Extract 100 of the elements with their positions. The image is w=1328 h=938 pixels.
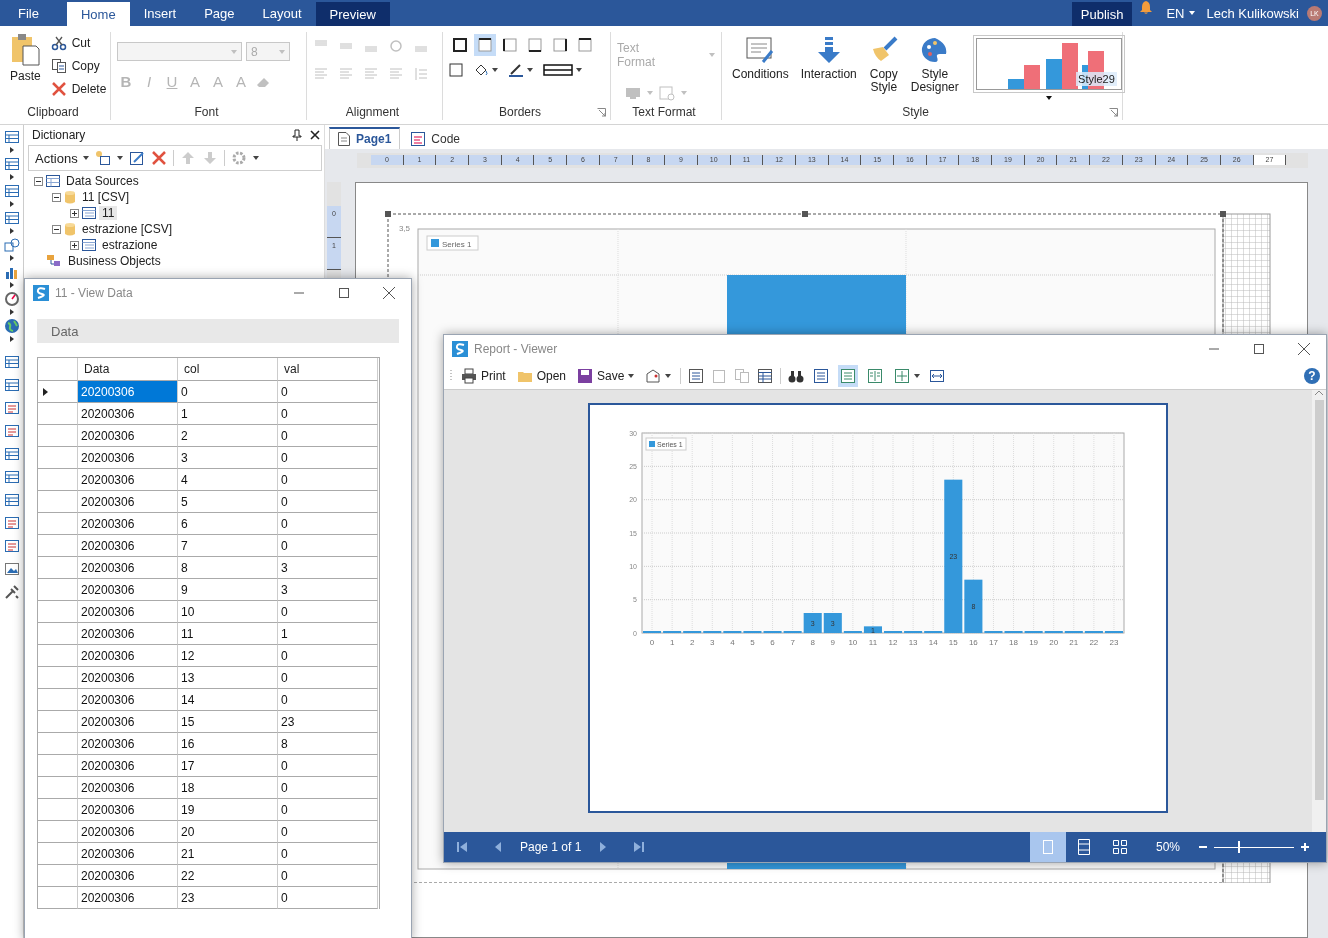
border-button[interactable]	[474, 34, 496, 56]
text-icon[interactable]	[3, 515, 20, 531]
menu-tab[interactable]: Layout	[248, 0, 316, 26]
caret-icon	[681, 91, 687, 95]
tools-icon[interactable]	[3, 584, 20, 600]
collapse-icon[interactable]	[34, 176, 43, 186]
last-page-icon[interactable]	[633, 841, 646, 853]
edit-icon[interactable]	[128, 150, 145, 166]
collapse-icon[interactable]	[52, 192, 61, 202]
add-table-icon[interactable]	[94, 150, 111, 166]
style-gallery[interactable]: Style29	[972, 35, 1125, 93]
arrow-right-icon[interactable]	[9, 336, 14, 342]
tree-item[interactable]: estrazione	[99, 238, 161, 252]
print-button[interactable]: Print	[459, 365, 508, 387]
paste-button[interactable]: Paste	[6, 32, 45, 104]
table-cell: 14	[178, 689, 278, 711]
dialog-launcher-icon[interactable]	[597, 107, 606, 117]
menu-tab[interactable]: Home	[66, 2, 130, 26]
clipboard-button[interactable]: Cut	[50, 32, 107, 53]
clipboard-icon	[10, 32, 41, 66]
expand-icon[interactable]	[70, 208, 79, 218]
table-icon[interactable]	[757, 368, 774, 384]
view-button[interactable]	[838, 365, 859, 387]
border-icon[interactable]	[449, 63, 463, 77]
tree-item[interactable]: 11	[99, 206, 118, 220]
delete-icon	[50, 80, 67, 97]
resize-handle[interactable]	[802, 211, 808, 217]
gear-icon[interactable]	[230, 150, 247, 166]
resize-handle[interactable]	[1220, 211, 1226, 217]
arrow-right-icon[interactable]	[9, 309, 14, 315]
clipboard-icon[interactable]	[711, 368, 728, 384]
menu-tab[interactable]: File	[4, 0, 53, 26]
menu-tab[interactable]: Insert	[129, 0, 191, 26]
text-icon[interactable]	[3, 538, 20, 554]
fit-width-icon[interactable]	[929, 368, 946, 384]
expand-icon[interactable]	[70, 240, 79, 250]
arrow-right-icon[interactable]	[9, 282, 14, 288]
globe-icon[interactable]	[3, 318, 20, 334]
style-button[interactable]: Interaction	[796, 35, 861, 104]
tree-item[interactable]: Data Sources	[63, 174, 142, 188]
table-cell: 3	[278, 579, 378, 601]
table-cell: 20200306	[78, 667, 178, 689]
zoom-in-icon[interactable]	[1300, 842, 1310, 852]
clipboard-button[interactable]: Copy	[50, 55, 107, 76]
page-view-icon	[867, 368, 884, 384]
close-icon[interactable]	[310, 130, 320, 140]
axis-label: 5	[750, 638, 755, 647]
clipboard-button[interactable]: Delete	[50, 78, 107, 99]
table-cell: 1	[278, 623, 378, 645]
collapse-icon[interactable]	[52, 224, 61, 234]
binoculars-icon[interactable]	[788, 368, 805, 384]
arrow-right-icon[interactable]	[9, 174, 14, 180]
gauge-icon[interactable]	[3, 291, 20, 307]
tree-item[interactable]: Business Objects	[65, 254, 164, 268]
pin-icon[interactable]	[292, 129, 302, 141]
style-button[interactable]: Copy Style	[864, 35, 903, 104]
bell-icon[interactable]	[1140, 0, 1153, 14]
fill-bucket-icon[interactable]	[473, 62, 489, 78]
publish-button[interactable]: Publish	[1071, 2, 1133, 26]
pen-icon[interactable]	[508, 62, 524, 78]
text-icon[interactable]	[3, 400, 20, 416]
tree-item[interactable]: estrazione [CSV]	[79, 222, 176, 236]
printer-icon	[461, 368, 477, 384]
user-name[interactable]: Lech Kulikowski	[1206, 0, 1299, 26]
table-icon[interactable]	[3, 156, 20, 172]
arrow-right-icon[interactable]	[9, 201, 14, 207]
arrow-right-icon[interactable]	[9, 228, 14, 234]
save-button[interactable]: Save	[575, 365, 637, 387]
help-button[interactable]: ?	[1304, 368, 1320, 384]
current-row-icon	[43, 387, 48, 396]
first-page-icon[interactable]	[456, 841, 468, 853]
actions-dropdown[interactable]: Actions	[35, 150, 89, 166]
style-button[interactable]: Conditions	[728, 35, 793, 104]
style-button[interactable]: Style Designer	[906, 35, 963, 104]
view-mode-button[interactable]	[1029, 832, 1066, 862]
table-icon	[82, 239, 96, 251]
shapes-icon[interactable]	[3, 237, 20, 253]
image-icon[interactable]	[3, 561, 20, 577]
line-style-icon[interactable]	[543, 63, 573, 77]
arrow-right-icon[interactable]	[9, 255, 14, 261]
arrow-right-icon[interactable]	[9, 147, 14, 153]
table-cell: 20200306	[78, 865, 178, 887]
menu-tab[interactable]: Page	[190, 0, 249, 26]
resize-handle[interactable]	[385, 211, 391, 217]
text-icon[interactable]	[3, 423, 20, 439]
table-cell: 20200306	[78, 711, 178, 733]
dialog-launcher-icon[interactable]	[1109, 107, 1118, 117]
table-cell: 0	[278, 491, 378, 513]
table-cell: 20200306	[78, 777, 178, 799]
language-selector[interactable]: EN	[1166, 0, 1195, 26]
menu-tab[interactable]: Preview	[315, 2, 390, 26]
previous-page-icon[interactable]	[494, 841, 502, 853]
document-tab[interactable]: Code	[402, 127, 470, 149]
delete-icon[interactable]	[150, 150, 167, 166]
scrollbar[interactable]	[1312, 390, 1326, 832]
table-cell: 0	[278, 403, 378, 425]
tree-item[interactable]: 11 [CSV]	[79, 190, 133, 204]
table-cell: 2	[178, 425, 278, 447]
open-button[interactable]: Open	[514, 365, 569, 387]
next-page-icon[interactable]	[599, 841, 608, 853]
